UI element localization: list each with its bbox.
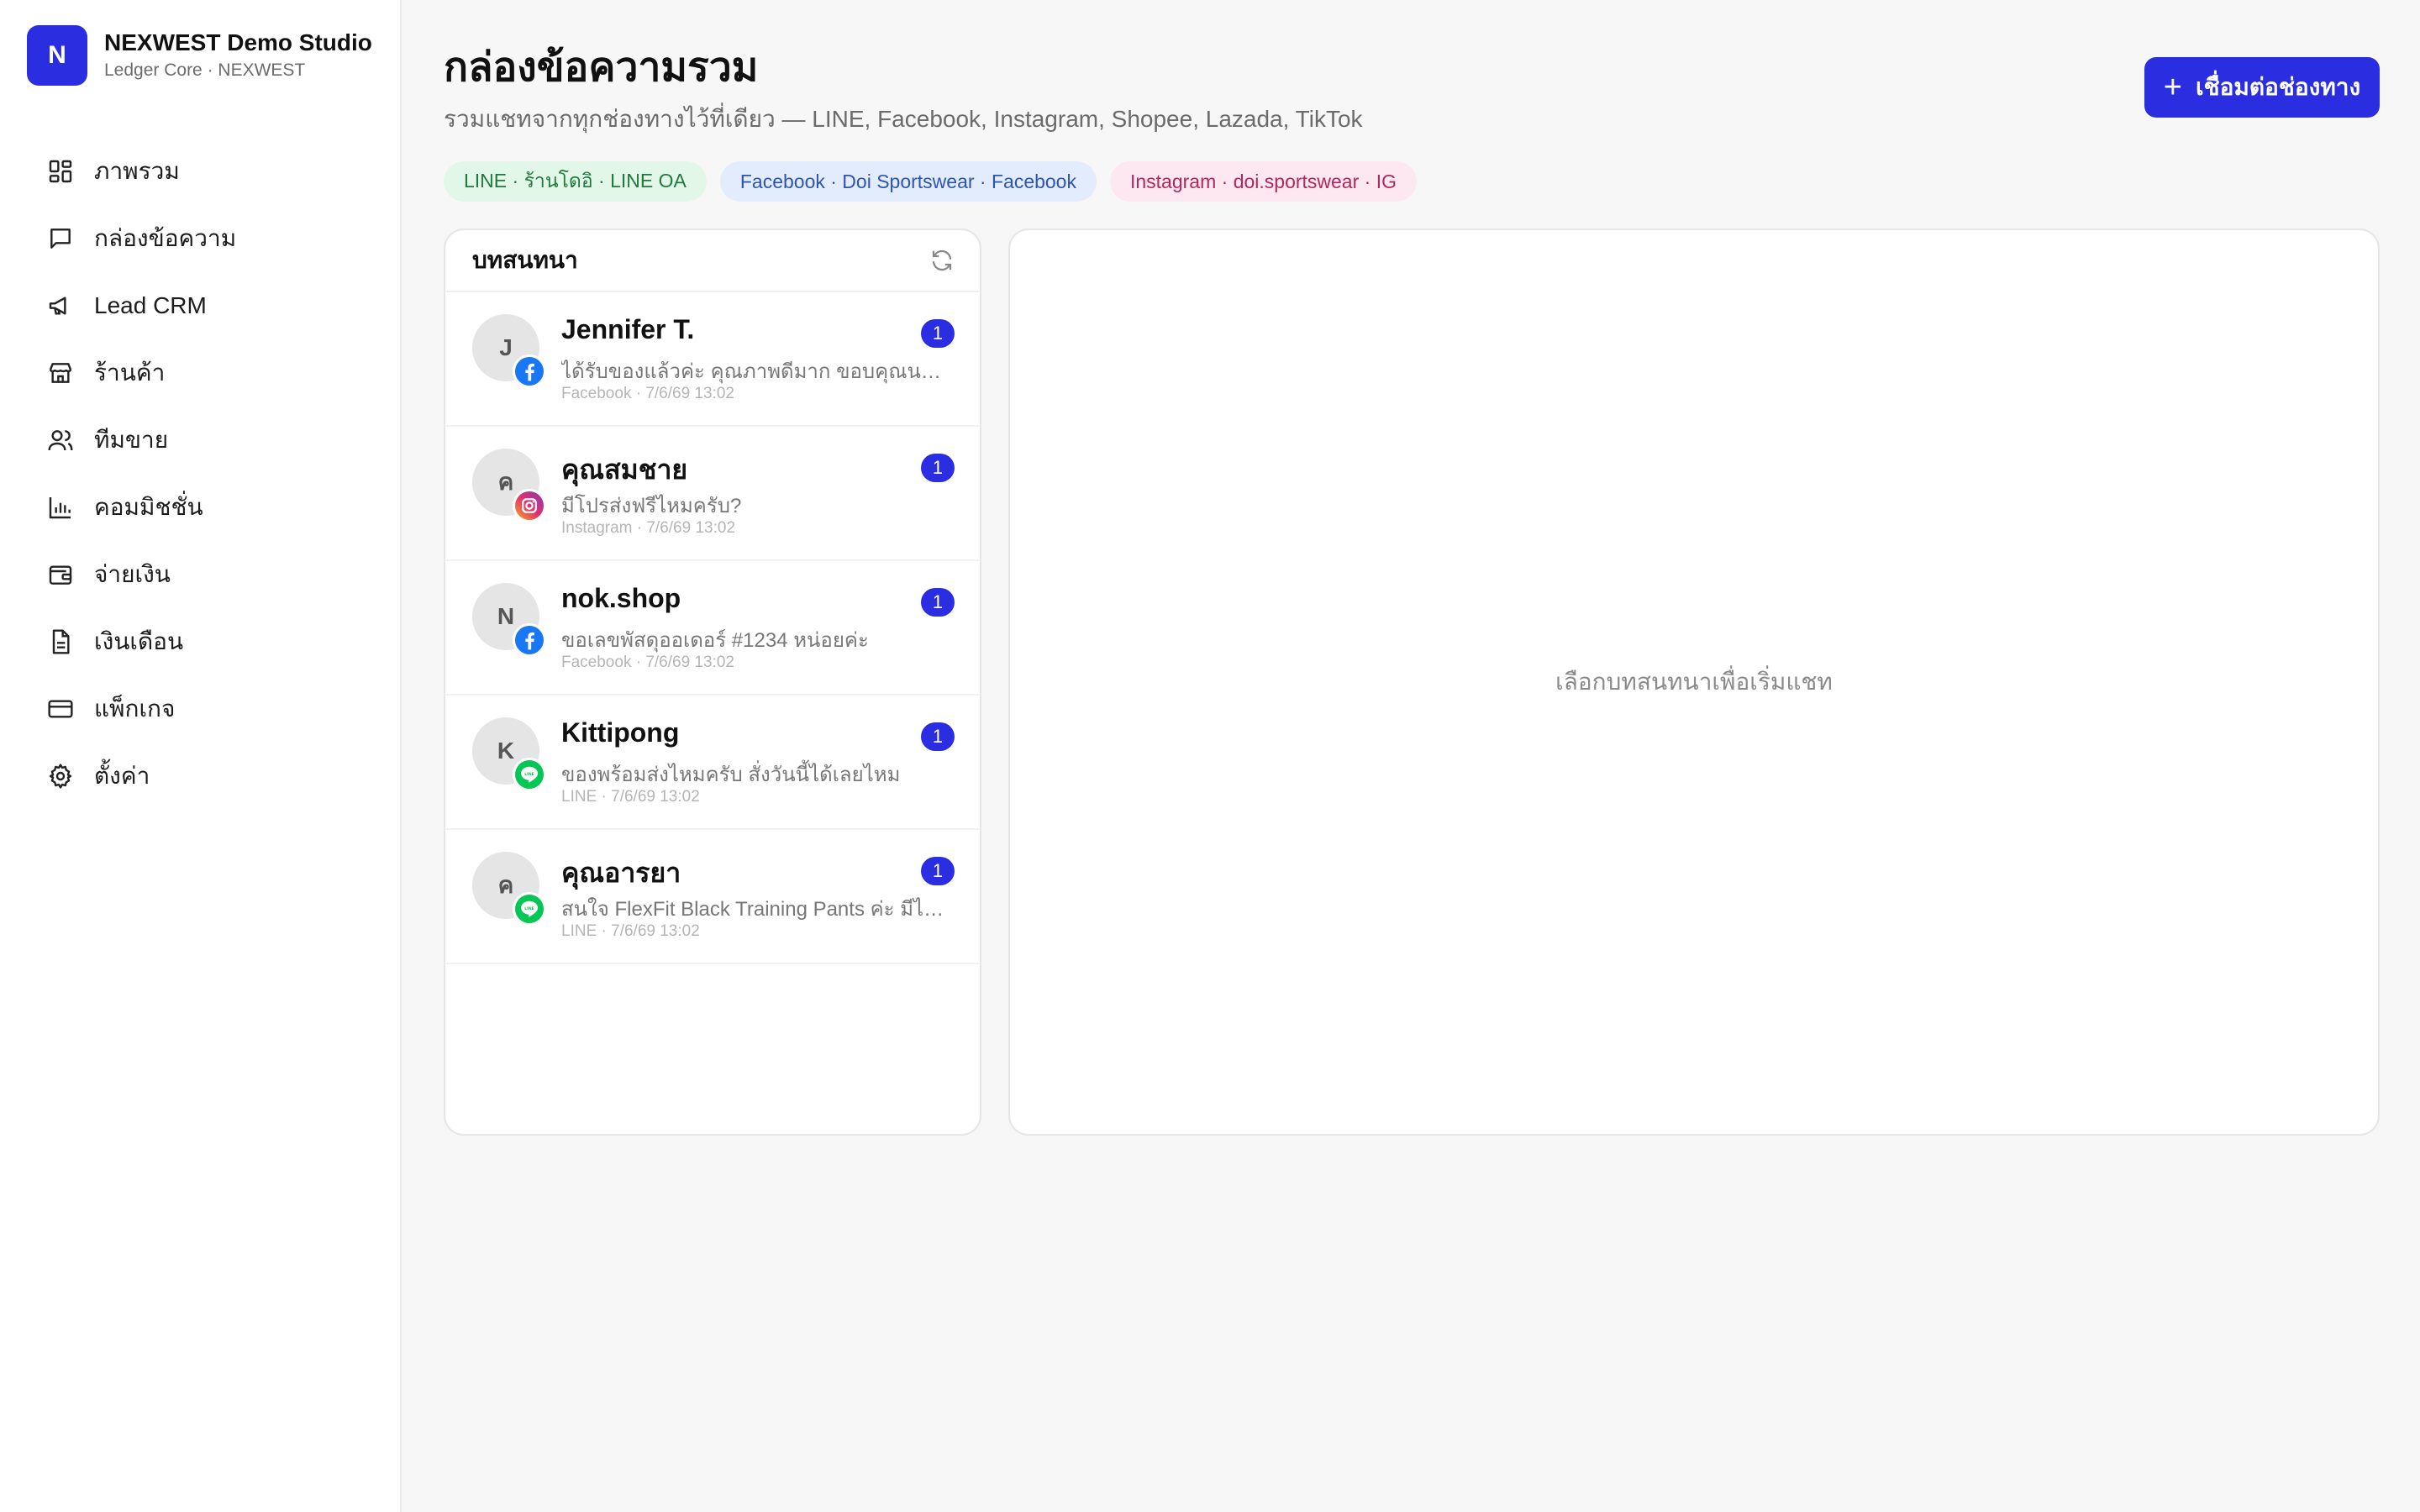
connect-channel-label: เชื่อมต่อช่องทาง bbox=[2196, 74, 2361, 100]
sidebar-item-label: ตั้งค่า bbox=[94, 763, 150, 789]
sidebar-item-label: เงินเดือน bbox=[94, 628, 184, 654]
sidebar-item-label: ภาพรวม bbox=[94, 158, 180, 184]
facebook-badge bbox=[513, 623, 546, 657]
brand-name: NEXWEST Demo Studio bbox=[104, 29, 372, 55]
facebook-badge bbox=[513, 354, 546, 388]
chat-empty-state: เลือกบทสนทนาเพื่อเริ่มแชท bbox=[1555, 669, 1833, 695]
unread-badge: 1 bbox=[921, 588, 955, 617]
channel-chip-facebook[interactable]: Facebook · Doi Sportswear · Facebook bbox=[719, 161, 1097, 202]
sidebar-item-label: ทีมขาย bbox=[94, 427, 169, 453]
conversation-preview: มีโปรส่งฟรีไหมครับ? bbox=[561, 495, 742, 517]
sidebar-item-overview[interactable]: ภาพรวม bbox=[27, 138, 380, 205]
unread-badge: 1 bbox=[921, 454, 955, 482]
refresh-icon[interactable] bbox=[929, 248, 955, 273]
page-subtitle: รวมแชทจากทุกช่องทางไว้ที่เดียว — LINE, F… bbox=[444, 106, 1363, 132]
conversation-list-title: บทสนทนา bbox=[472, 247, 578, 273]
brand-text: NEXWEST Demo Studio Ledger Core · NEXWES… bbox=[104, 28, 372, 83]
conversation-name: Kittipong bbox=[561, 717, 680, 748]
conversation-list-header: บทสนทนา bbox=[445, 230, 980, 292]
conversation-meta: LINE · 7/6/69 13:02 bbox=[561, 922, 700, 940]
sidebar-item-label: คอมมิชชั่น bbox=[94, 494, 203, 520]
instagram-icon bbox=[515, 491, 544, 520]
sidebar-item-store[interactable]: ร้านค้า bbox=[27, 339, 380, 407]
conversation-meta: Facebook · 7/6/69 13:02 bbox=[561, 654, 734, 671]
brand[interactable]: N NEXWEST Demo Studio Ledger Core · NEXW… bbox=[27, 25, 372, 86]
credit-card-icon bbox=[48, 700, 73, 718]
sidebar-item-settings[interactable]: ตั้งค่า bbox=[27, 743, 380, 810]
users-icon bbox=[48, 430, 73, 451]
bar-chart-icon bbox=[49, 497, 71, 519]
conversation-meta: LINE · 7/6/69 13:02 bbox=[561, 788, 700, 806]
sidebar-item-package[interactable]: แพ็กเกจ bbox=[27, 675, 380, 743]
channel-chip-line[interactable]: LINE · ร้านโดอิ · LINE OA bbox=[444, 161, 707, 202]
conversation-preview: สนใจ FlexFit Black Training Pants ค่ะ มี… bbox=[561, 898, 948, 921]
svg-text:LINE: LINE bbox=[524, 772, 534, 777]
megaphone-icon bbox=[49, 297, 66, 315]
conversation-item[interactable]: N nok.shop ขอเลขพัสดุออเดอร์ #1234 หน่อย… bbox=[445, 561, 980, 696]
conversation-name: คุณสมชาย bbox=[561, 454, 688, 485]
channel-chips: LINE · ร้านโดอิ · LINE OA Facebook · Doi… bbox=[444, 161, 1430, 202]
line-badge: LINE bbox=[513, 758, 546, 791]
sidebar-item-label: แพ็กเกจ bbox=[94, 696, 176, 722]
document-icon bbox=[52, 629, 70, 654]
line-icon: LINE bbox=[515, 760, 544, 789]
sidebar-item-payment[interactable]: จ่ายเงิน bbox=[27, 541, 380, 608]
sidebar-item-salary[interactable]: เงินเดือน bbox=[27, 608, 380, 675]
brand-subtitle: Ledger Core · NEXWEST bbox=[104, 60, 306, 80]
conversation-list-panel: บทสนทนา J Jennifer T. ได้รับของแล้วค่ะ ค… bbox=[444, 228, 981, 1136]
chat-icon bbox=[50, 228, 71, 249]
connect-channel-button[interactable]: + เชื่อมต่อช่องทาง bbox=[2144, 57, 2380, 118]
plus-icon: + bbox=[2163, 70, 2182, 105]
facebook-icon bbox=[515, 357, 544, 386]
conversation-name: nok.shop bbox=[561, 583, 681, 613]
page-title: กล่องข้อความรวม bbox=[444, 45, 759, 90]
conversation-meta: Facebook · 7/6/69 13:02 bbox=[561, 385, 734, 402]
sidebar-item-label: ร้านค้า bbox=[94, 360, 166, 386]
conversation-item[interactable]: J Jennifer T. ได้รับของแล้วค่ะ คุณภาพดีม… bbox=[445, 292, 980, 427]
sidebar-nav: ภาพรวม กล่องข้อความ Lead CRM ร้านค้า ทีม… bbox=[27, 138, 380, 810]
instagram-badge bbox=[513, 489, 546, 522]
facebook-icon bbox=[515, 626, 544, 654]
conversation-item[interactable]: K LINE Kittipong ของพร้อมส่งไหมครับ สั่ง… bbox=[445, 696, 980, 830]
channel-chip-instagram[interactable]: Instagram · doi.sportswear · IG bbox=[1109, 161, 1417, 202]
sidebar: N NEXWEST Demo Studio Ledger Core · NEXW… bbox=[0, 0, 402, 1512]
conversation-preview: ขอเลขพัสดุออเดอร์ #1234 หน่อยค่ะ bbox=[561, 629, 869, 652]
line-icon: LINE bbox=[515, 895, 544, 923]
sidebar-item-label: กล่องข้อความ bbox=[94, 225, 237, 251]
chat-panel: เลือกบทสนทนาเพื่อเริ่มแชท bbox=[1008, 228, 2380, 1136]
conversation-item[interactable]: ค คุณสมชาย มีโปรส่งฟรีไหมครับ? Instagram… bbox=[445, 427, 980, 561]
sidebar-item-lead-crm[interactable]: Lead CRM bbox=[27, 272, 380, 339]
conversation-item[interactable]: ค LINE คุณอารยา สนใจ FlexFit Black Train… bbox=[445, 830, 980, 964]
line-badge: LINE bbox=[513, 892, 546, 926]
unread-badge: 1 bbox=[921, 319, 955, 348]
sidebar-item-inbox[interactable]: กล่องข้อความ bbox=[27, 205, 380, 272]
sidebar-item-label: จ่ายเงิน bbox=[94, 561, 171, 587]
unread-badge: 1 bbox=[921, 857, 955, 885]
dashboard-icon bbox=[49, 160, 72, 183]
conversation-name: Jennifer T. bbox=[561, 314, 695, 344]
conversation-name: คุณอารยา bbox=[561, 858, 681, 888]
sidebar-item-label: Lead CRM bbox=[94, 292, 207, 318]
gear-icon bbox=[49, 764, 72, 789]
conversation-preview: ได้รับของแล้วค่ะ คุณภาพดีมาก ขอบคุณนะคะ … bbox=[561, 360, 948, 383]
sidebar-item-sales-team[interactable]: ทีมขาย bbox=[27, 407, 380, 474]
sidebar-item-commission[interactable]: คอมมิชชั่น bbox=[27, 474, 380, 541]
brand-logo: N bbox=[27, 25, 87, 86]
svg-text:LINE: LINE bbox=[524, 906, 534, 911]
conversation-meta: Instagram · 7/6/69 13:02 bbox=[561, 519, 736, 537]
conversation-preview: ของพร้อมส่งไหมครับ สั่งวันนี้ได้เลยไหม bbox=[561, 764, 901, 786]
store-icon bbox=[49, 363, 72, 383]
wallet-icon bbox=[49, 565, 72, 585]
unread-badge: 1 bbox=[921, 722, 955, 751]
